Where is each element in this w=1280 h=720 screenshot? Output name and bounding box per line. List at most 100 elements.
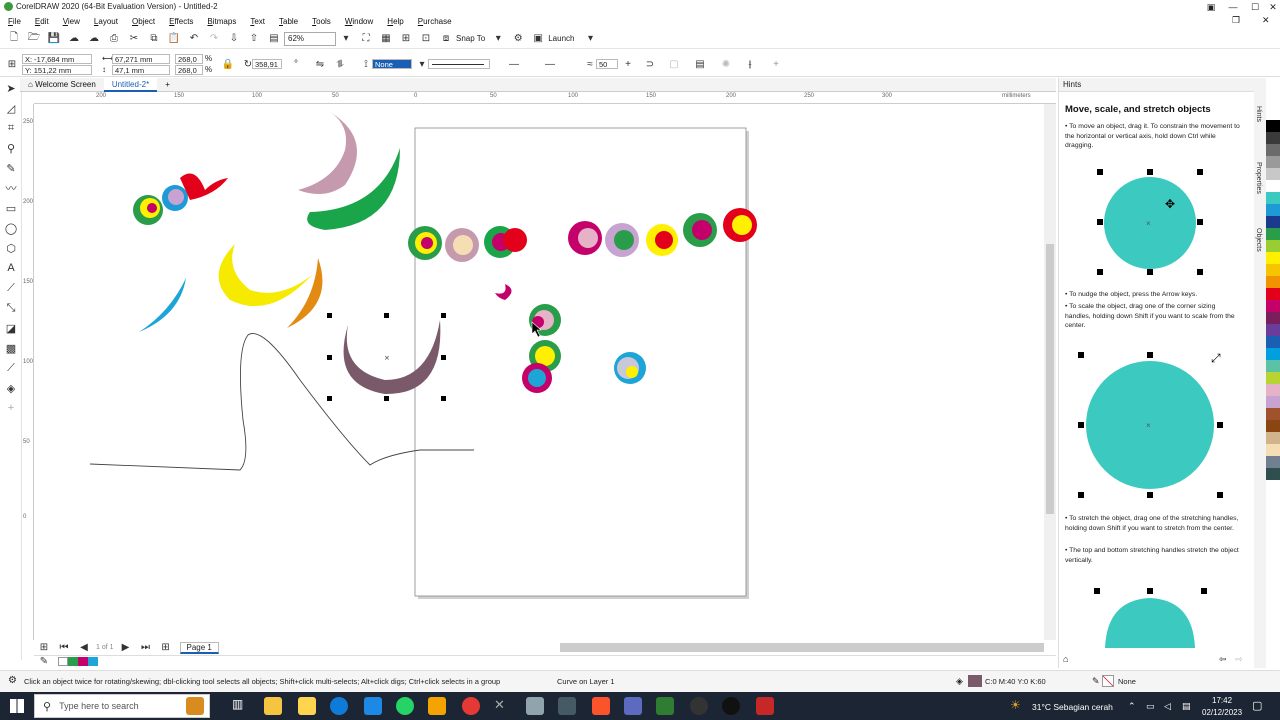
end-arrow-icon[interactable]: — (543, 57, 557, 71)
bring-forward-icon[interactable]: ▤ (693, 57, 707, 71)
palette-swatch[interactable] (1266, 420, 1280, 432)
wrap-icon[interactable]: ▢ (667, 57, 681, 71)
artistic-media-icon[interactable]: 〰 (0, 178, 22, 198)
brave-browser-icon[interactable] (592, 697, 610, 715)
crop-tool-icon[interactable]: ⌗ (0, 118, 22, 138)
chrome-browser-icon[interactable] (462, 697, 480, 715)
horizontal-scrollbar[interactable] (560, 643, 1044, 652)
hints-forward-icon[interactable]: ⇨ (1235, 654, 1243, 665)
palette-swatch[interactable] (1266, 264, 1280, 276)
last-page-icon[interactable]: ⏭ (139, 641, 153, 655)
launch-dropdown-icon[interactable]: ▾ (583, 32, 597, 46)
doc-swatch-green[interactable] (68, 657, 78, 666)
outline-width-select[interactable]: None (372, 59, 412, 69)
palette-swatch[interactable] (1266, 156, 1280, 168)
shape-tool-icon[interactable]: ◿ (0, 98, 22, 118)
drawing-canvas[interactable]: × (34, 104, 1044, 640)
palette-swatch[interactable] (1266, 324, 1280, 336)
doc-restore-icon[interactable]: ❐ (1232, 15, 1240, 26)
scale-width-field[interactable]: 268,0 (175, 54, 203, 64)
network-icon[interactable]: ▭ (1146, 701, 1155, 712)
restore-icon[interactable]: ▣ (1200, 0, 1222, 14)
drop-shadow-icon[interactable]: ◪ (0, 318, 22, 338)
language-icon[interactable]: ▤ (1182, 701, 1191, 712)
palette-swatch[interactable] (1266, 348, 1280, 360)
new-document-icon[interactable]: 🗋 (7, 32, 21, 46)
smoothing-field[interactable]: 50 (596, 59, 618, 69)
eyedropper-icon[interactable]: ⟋ (0, 358, 22, 378)
media-player-icon[interactable] (722, 697, 740, 715)
smoothing-plus-icon[interactable]: + (621, 57, 635, 71)
object-origin-icon[interactable]: ⊞ (5, 57, 19, 71)
mail-icon[interactable] (364, 697, 382, 715)
palette-swatch[interactable] (1266, 300, 1280, 312)
palette-swatch[interactable] (1266, 372, 1280, 384)
palette-swatch[interactable] (1266, 204, 1280, 216)
horizontal-ruler[interactable]: 200 150 100 50 0 50 100 150 200 250 300 … (34, 92, 1056, 104)
notes-app-icon[interactable] (298, 697, 316, 715)
ellipse-tool-icon[interactable]: ◯ (0, 218, 22, 238)
app-orange-icon[interactable] (428, 697, 446, 715)
menu-layout[interactable]: Layout (94, 17, 118, 26)
menu-window[interactable]: Window (345, 17, 373, 26)
add-tool-icon[interactable]: + (0, 398, 22, 418)
freehand-tool-icon[interactable]: ✎ (0, 158, 22, 178)
paste-icon[interactable]: 📋 (167, 32, 181, 46)
task-view-icon[interactable]: ▥ (232, 697, 250, 715)
palette-swatch[interactable] (1266, 444, 1280, 456)
undo-icon[interactable]: ↶ (187, 32, 201, 46)
menu-edit[interactable]: Edit (35, 17, 49, 26)
side-tab-hints[interactable]: Hints (1255, 106, 1262, 122)
doc-close-icon[interactable]: ✕ (1262, 15, 1270, 26)
palette-swatch[interactable] (1266, 216, 1280, 228)
connector-tool-icon[interactable]: ⤡ (0, 298, 22, 318)
grid-icon[interactable]: ⊞ (399, 32, 413, 46)
cloud-download-icon[interactable]: ☁ (87, 32, 101, 46)
palette-swatch[interactable] (1266, 408, 1280, 420)
coreldraw-taskbar-icon[interactable] (656, 697, 674, 715)
taskbar-search-box[interactable]: ⚲ Type here to search (34, 694, 210, 718)
redo-icon[interactable]: ↷ (207, 32, 221, 46)
settings-gear-icon[interactable]: ⚙ (8, 675, 17, 686)
menu-text[interactable]: Text (250, 17, 265, 26)
open-icon[interactable]: 🗁 (27, 32, 41, 46)
prev-page-icon[interactable]: ◀ (77, 641, 91, 655)
notification-icon[interactable]: ▢ (1252, 699, 1262, 712)
taskbar-app-briefcase-icon[interactable] (186, 697, 204, 715)
guidelines-icon[interactable]: ⊡ (419, 32, 433, 46)
palette-swatch[interactable] (1266, 120, 1280, 132)
tab-welcome-screen[interactable]: ⌂ Welcome Screen (20, 78, 104, 92)
add-page-after-icon[interactable]: ⊞ (159, 641, 173, 655)
palette-swatch[interactable] (1266, 336, 1280, 348)
snipping-tool-icon[interactable] (558, 697, 576, 715)
doc-swatch-blue[interactable] (88, 657, 98, 666)
add-toolbar-icon[interactable]: + (769, 57, 783, 71)
pdf-icon[interactable]: ▤ (267, 32, 281, 46)
save-icon[interactable]: 💾 (47, 32, 61, 46)
doc-swatch-magenta[interactable] (78, 657, 88, 666)
palette-eyedropper-icon[interactable]: ✎ (37, 655, 51, 669)
menu-purchase[interactable]: Purchase (418, 17, 452, 26)
polygon-tool-icon[interactable]: ⬡ (0, 238, 22, 258)
mirror-horizontal-icon[interactable]: ⇋ (313, 57, 327, 71)
palette-swatch[interactable] (1266, 468, 1280, 480)
cut-icon[interactable]: ✂ (127, 32, 141, 46)
first-page-icon[interactable]: ⏮ (57, 641, 71, 655)
palette-swatch[interactable] (1266, 396, 1280, 408)
lock-ratio-icon[interactable]: 🔒 (221, 57, 235, 71)
copy-icon[interactable]: ⧉ (147, 32, 161, 46)
cloud-upload-icon[interactable]: ☁ (67, 32, 81, 46)
options-gear-icon[interactable]: ⚙ (511, 32, 525, 46)
page-1-tab[interactable]: Page 1 (179, 641, 219, 654)
transparency-tool-icon[interactable]: ▩ (0, 338, 22, 358)
start-arrow-icon[interactable]: — (507, 57, 521, 71)
next-page-icon[interactable]: ▶ (119, 641, 133, 655)
align-icon[interactable]: ⫲ (743, 57, 757, 71)
obs-icon[interactable] (690, 697, 708, 715)
whatsapp-icon[interactable] (396, 697, 414, 715)
scale-height-field[interactable]: 268,0 (175, 65, 203, 75)
palette-swatch[interactable] (1266, 132, 1280, 144)
tab-untitled-2[interactable]: Untitled-2* (103, 77, 158, 92)
outline-width-dropdown-icon[interactable]: ▾ (415, 57, 429, 71)
menu-table[interactable]: Table (279, 17, 298, 26)
